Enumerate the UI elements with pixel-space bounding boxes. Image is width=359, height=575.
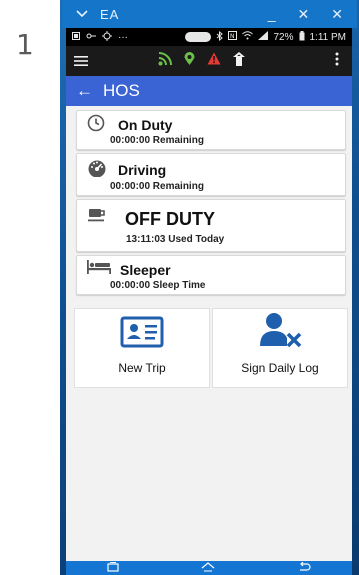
wifi-icon [242, 31, 254, 43]
duty-status-list: On Duty 00:00:00 Remaining Driving 00:00… [76, 110, 346, 298]
hamburger-menu-icon[interactable] [74, 51, 96, 72]
card-title: Sleeper [120, 262, 171, 278]
location-icon [102, 30, 112, 44]
svg-text:N: N [230, 33, 235, 40]
cast-icon [185, 32, 212, 42]
rss-signal-icon[interactable] [158, 51, 172, 71]
fuel-pump-icon[interactable] [233, 51, 245, 71]
recent-apps-icon[interactable] [107, 561, 119, 575]
coffee-cup-icon [87, 206, 107, 226]
id-card-icon [120, 316, 164, 353]
battery-icon [299, 30, 305, 44]
page-number: 1 [16, 28, 34, 61]
key-icon [86, 32, 96, 43]
emulator-window-bar: EA _ ✕ ✕ [62, 0, 357, 28]
duty-status-driving[interactable]: Driving 00:00:00 Remaining [76, 153, 346, 196]
hos-app-bar: ← HOS [66, 76, 352, 106]
sign-daily-log-label: Sign Daily Log [241, 361, 319, 375]
minimize-button[interactable]: _ [268, 6, 276, 23]
page-title: HOS [103, 81, 140, 100]
hos-content: On Duty 00:00:00 Remaining Driving 00:00… [66, 106, 352, 561]
close-button[interactable]: ✕ [331, 6, 343, 23]
location-pin-icon[interactable] [184, 51, 195, 71]
clock-icon [87, 114, 107, 134]
card-title: On Duty [118, 117, 173, 133]
card-subtitle: 13:11:03 Used Today [126, 234, 225, 245]
card-subtitle: 00:00:00 Remaining [110, 135, 204, 146]
window-title: EA [100, 6, 120, 22]
signal-icon [258, 31, 269, 43]
back-arrow-icon[interactable]: ← [76, 81, 93, 101]
bed-icon [87, 260, 111, 280]
sign-daily-log-button[interactable]: Sign Daily Log [212, 308, 348, 388]
card-title: OFF DUTY [125, 209, 215, 229]
chevron-down-icon[interactable] [76, 7, 88, 22]
phone-screen: ··· N 72% 1:11 PM ← HOS On Duty 00:00:00… [66, 28, 352, 575]
warning-icon[interactable] [207, 52, 221, 70]
card-subtitle: 00:00:00 Remaining [110, 181, 204, 192]
card-subtitle: 00:00:00 Sleep Time [110, 280, 206, 291]
home-icon[interactable] [201, 561, 215, 575]
duty-status-sleeper[interactable]: Sleeper 00:00:00 Sleep Time [76, 255, 346, 295]
more-notifications: ··· [118, 31, 128, 43]
nfc-icon: N [228, 31, 238, 43]
user-remove-icon [258, 312, 302, 353]
notification-icon [72, 31, 80, 43]
android-status-bar: ··· N 72% 1:11 PM [66, 28, 352, 46]
android-nav-bar [66, 561, 352, 575]
new-trip-label: New Trip [118, 361, 166, 375]
duty-status-off-duty[interactable]: OFF DUTY 13:11:03 Used Today [76, 199, 346, 252]
status-time: 1:11 PM [309, 31, 347, 43]
restore-button[interactable]: ✕ [298, 6, 310, 23]
app-toolbar [66, 46, 352, 76]
action-buttons: New Trip Sign Daily Log [74, 308, 348, 388]
duty-status-on-duty[interactable]: On Duty 00:00:00 Remaining [76, 110, 346, 150]
battery-percent: 72% [273, 31, 294, 43]
bluetooth-icon [216, 30, 224, 44]
overflow-menu-icon[interactable] [330, 52, 344, 71]
card-title: Driving [118, 162, 167, 178]
speedometer-icon [87, 159, 107, 179]
new-trip-button[interactable]: New Trip [74, 308, 210, 388]
back-icon[interactable] [297, 561, 311, 575]
